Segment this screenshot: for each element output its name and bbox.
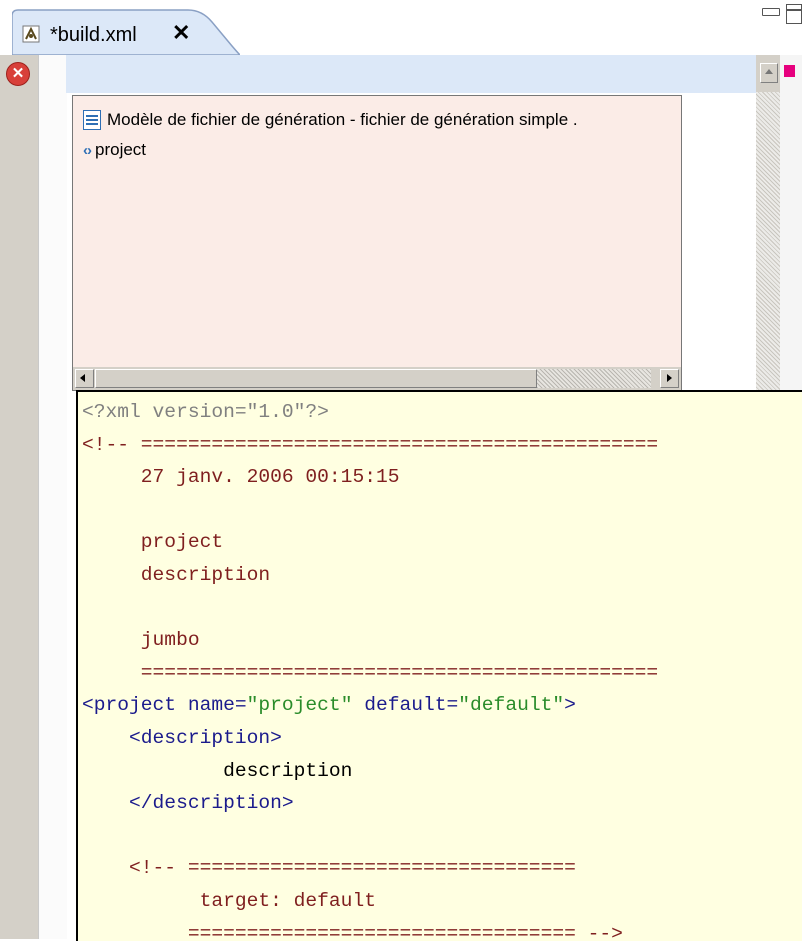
- code-line: target: default: [82, 890, 376, 912]
- editor-tab-strip: *build.xml ✕: [0, 0, 802, 55]
- code-line: description: [82, 760, 352, 782]
- xml-tag-icon: ‹›: [83, 142, 91, 159]
- code-line: <?xml version="1.0"?>: [82, 401, 329, 423]
- scroll-track[interactable]: [537, 369, 651, 388]
- code-line: ========================================…: [82, 662, 658, 684]
- minimize-icon[interactable]: [762, 8, 780, 16]
- code-line: </description>: [82, 792, 294, 814]
- proposal-label: project: [95, 140, 146, 160]
- proposal-info-box: <?xml version="1.0"?> <!-- =============…: [76, 390, 802, 941]
- scroll-left-arrow-icon[interactable]: [75, 369, 94, 388]
- proposal-item-template[interactable]: Modèle de fichier de génération - fichie…: [83, 110, 578, 130]
- proposal-label: Modèle de fichier de génération - fichie…: [107, 110, 578, 130]
- tab-title: *build.xml: [50, 24, 137, 47]
- code-line: jumbo: [82, 629, 200, 651]
- scroll-up-arrow-icon[interactable]: [760, 63, 778, 83]
- popup-horizontal-scrollbar[interactable]: [72, 367, 682, 391]
- code-line: <!-- ===================================…: [82, 434, 658, 456]
- proposal-item-project[interactable]: ‹› project: [83, 140, 146, 160]
- xml-code-preview: <?xml version="1.0"?> <!-- =============…: [82, 396, 658, 941]
- code-token-value: "project": [247, 694, 353, 716]
- code-line: <!-- =================================: [82, 857, 576, 879]
- scroll-right-arrow-icon[interactable]: [660, 369, 679, 388]
- error-marker-icon[interactable]: ✕: [6, 62, 30, 86]
- template-doc-icon: [83, 110, 101, 130]
- line-number-ruler: [38, 55, 67, 939]
- code-token-tag: >: [564, 694, 576, 716]
- code-token-value: "default": [458, 694, 564, 716]
- code-line: 27 janv. 2006 00:15:15: [82, 466, 399, 488]
- code-token-tag: <project name=: [82, 694, 247, 716]
- editor-tab-build-xml[interactable]: *build.xml ✕: [12, 8, 240, 55]
- scroll-thumb[interactable]: [95, 369, 537, 388]
- code-token-tag: default=: [352, 694, 458, 716]
- content-assist-popup: Modèle de fichier de génération - fichie…: [72, 95, 682, 368]
- code-line: <description>: [82, 727, 282, 749]
- ant-build-icon: [22, 25, 42, 45]
- left-ruler: [0, 55, 38, 939]
- overview-error-marker[interactable]: [784, 65, 795, 77]
- code-line: ================================= -->: [82, 923, 623, 941]
- code-line-project: <project name="project" default="default…: [82, 694, 576, 716]
- maximize-icon[interactable]: [786, 4, 802, 24]
- editor-top-line-highlight: [66, 55, 776, 93]
- code-line: description: [82, 564, 270, 586]
- code-line: project: [82, 531, 223, 553]
- tab-close-icon[interactable]: ✕: [172, 20, 190, 46]
